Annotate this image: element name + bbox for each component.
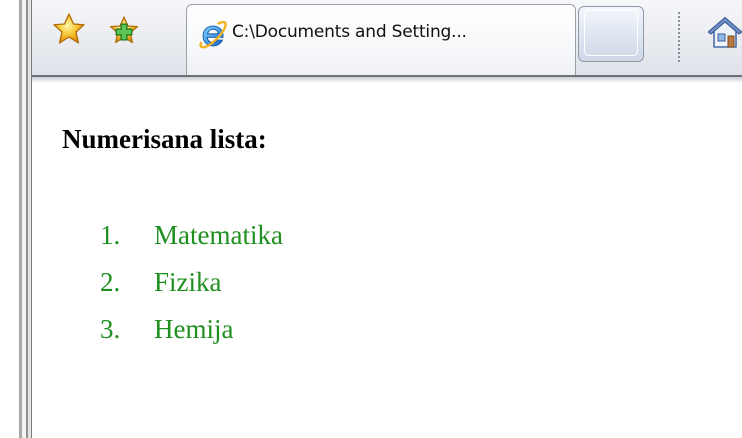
favorites-star-icon[interactable] <box>52 12 86 46</box>
tab-title[interactable]: C:\Documents and Setting... <box>232 22 467 42</box>
toolbar-separator-grip <box>678 12 680 64</box>
list-item-label: Hemija <box>154 314 234 344</box>
list-item: 1. Matematika <box>100 212 283 259</box>
window-frame-left <box>0 0 32 438</box>
toolbar-shadow <box>32 77 742 83</box>
add-to-favorites-icon[interactable] <box>108 14 140 46</box>
list-item-number: 2. <box>100 267 121 297</box>
internet-explorer-icon <box>199 20 227 49</box>
list-item-number: 3. <box>100 314 121 344</box>
list-item: 2. Fizika <box>100 259 283 306</box>
page-heading: Numerisana lista: <box>62 124 267 154</box>
list-item-label: Matematika <box>154 220 283 250</box>
home-icon[interactable] <box>708 16 742 50</box>
list-item: 3. Hemija <box>100 306 283 353</box>
browser-window: C:\Documents and Setting... Numerisana l… <box>0 0 742 438</box>
new-tab-button-highlight <box>584 10 638 56</box>
list-item-label: Fizika <box>154 267 222 297</box>
list-item-number: 1. <box>100 220 121 250</box>
numbered-list: 1. Matematika 2. Fizika 3. Hemija <box>100 212 283 353</box>
